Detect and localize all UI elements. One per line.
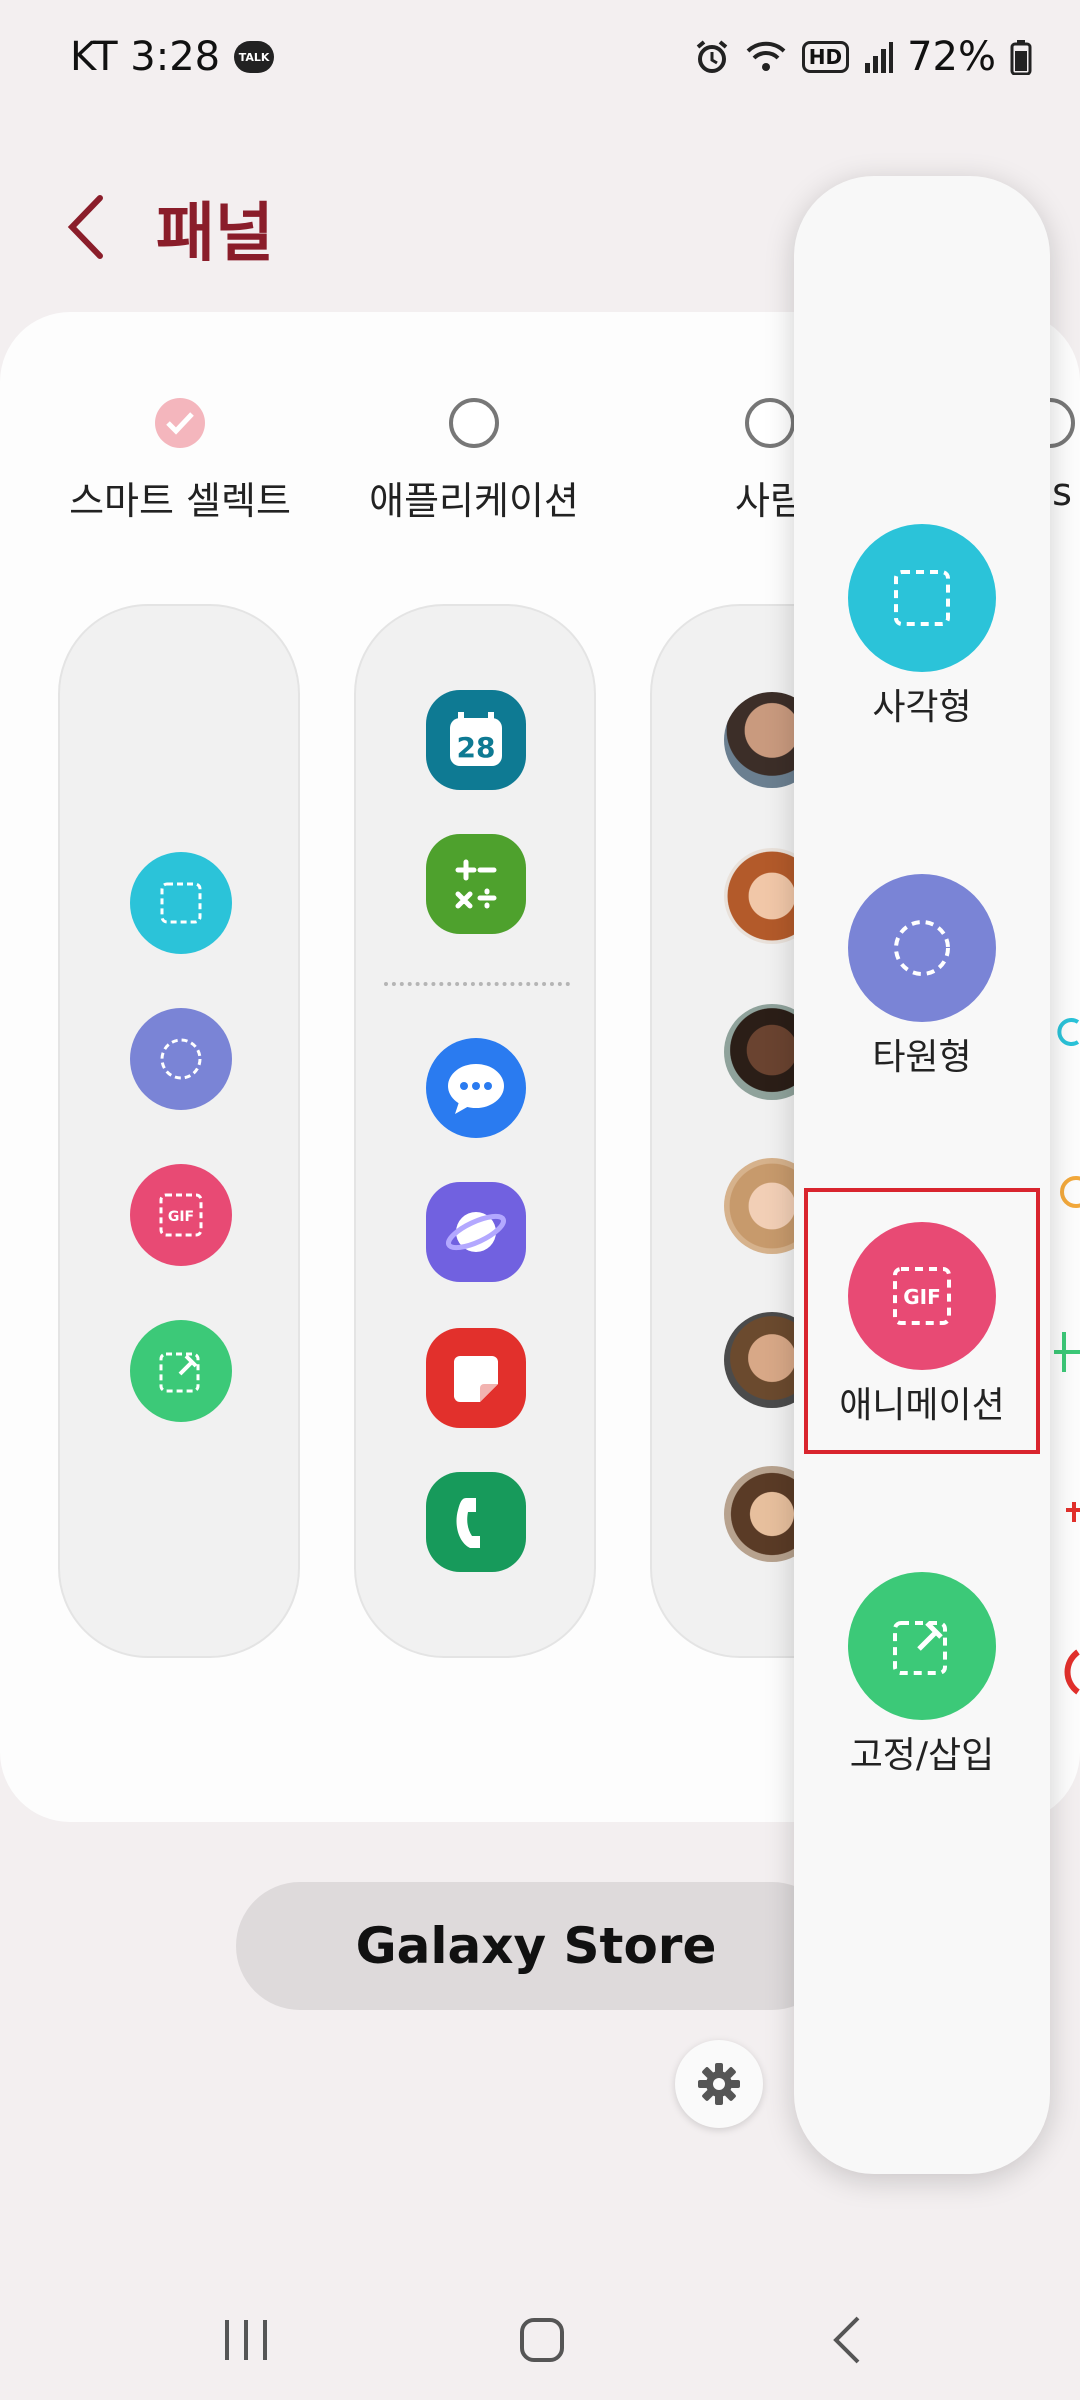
selection-highlight xyxy=(804,1188,1040,1454)
battery-percent: 72% xyxy=(907,34,996,80)
panel-item-label: 고정/삽입 xyxy=(849,1735,995,1776)
applications-preview[interactable]: 28 xyxy=(354,604,596,1658)
oval-select-icon xyxy=(848,874,996,1022)
galaxy-store-button[interactable]: Galaxy Store xyxy=(236,1882,836,2010)
recents-icon xyxy=(225,2320,267,2360)
wifi-icon xyxy=(744,39,788,75)
status-bar: KT 3:28 TALK HD 72% xyxy=(0,0,1080,120)
rectangle-select-icon xyxy=(848,524,996,672)
battery-icon xyxy=(1010,39,1032,75)
rectangle-select-icon xyxy=(130,852,232,954)
panel-item-rectangle[interactable]: 사각형 xyxy=(794,524,1050,730)
radio-unchecked[interactable] xyxy=(449,398,499,448)
option-smart-select[interactable]: 스마트 셀렉트 xyxy=(30,398,330,525)
chevron-left-icon xyxy=(67,195,103,259)
pin-insert-icon xyxy=(848,1572,996,1720)
carrier-time: KT 3:28 xyxy=(70,34,221,80)
panel-item-label: 사각형 xyxy=(872,687,972,728)
panel-item-label: 타원형 xyxy=(872,1037,972,1078)
navigation-bar xyxy=(0,2270,1080,2400)
gif-select-icon: GIF xyxy=(130,1164,232,1266)
signal-icon xyxy=(863,41,894,73)
home-button[interactable] xyxy=(512,2310,572,2370)
radio-unchecked[interactable] xyxy=(745,398,795,448)
check-icon xyxy=(166,412,194,435)
divider xyxy=(384,982,570,986)
pin-insert-icon xyxy=(130,1320,232,1422)
option-label: 애플리케이션 xyxy=(369,479,579,523)
fourth-column-edge xyxy=(1050,1002,1080,1822)
phone-icon xyxy=(426,1472,526,1572)
radio-checked[interactable] xyxy=(155,398,205,448)
gear-icon xyxy=(698,2063,740,2105)
oval-select-icon xyxy=(130,1008,232,1110)
settings-button[interactable] xyxy=(675,2040,763,2128)
calculator-icon xyxy=(426,834,526,934)
panel-item-oval[interactable]: 타원형 xyxy=(794,874,1050,1080)
status-right: HD 72% xyxy=(694,34,1032,80)
home-icon xyxy=(520,2318,564,2362)
smart-select-preview[interactable]: GIF xyxy=(58,604,300,1658)
chevron-left-icon xyxy=(833,2316,860,2364)
smart-select-edge-panel: 사각형 타원형 GIF 애니메이션 고정/삽입 xyxy=(794,176,1050,2174)
messages-icon xyxy=(426,1038,526,1138)
gif-text: GIF xyxy=(168,1209,194,1225)
internet-icon xyxy=(426,1182,526,1282)
back-nav-button[interactable] xyxy=(818,2310,878,2370)
panel-item-pin-insert[interactable]: 고정/삽입 xyxy=(794,1572,1050,1778)
status-left: KT 3:28 TALK xyxy=(70,34,275,80)
calendar-icon: 28 xyxy=(426,690,526,790)
alarm-icon xyxy=(694,39,730,75)
notes-icon xyxy=(426,1328,526,1428)
calendar-day: 28 xyxy=(457,731,496,764)
page-title: 패널 xyxy=(156,197,274,271)
option-label: 스마트 셀렉트 xyxy=(69,479,291,523)
talk-icon: TALK xyxy=(234,41,275,73)
option-applications[interactable]: 애플리케이션 xyxy=(324,398,624,525)
hd-icon: HD xyxy=(801,41,850,73)
recents-button[interactable] xyxy=(216,2310,276,2370)
back-button[interactable] xyxy=(62,192,112,262)
